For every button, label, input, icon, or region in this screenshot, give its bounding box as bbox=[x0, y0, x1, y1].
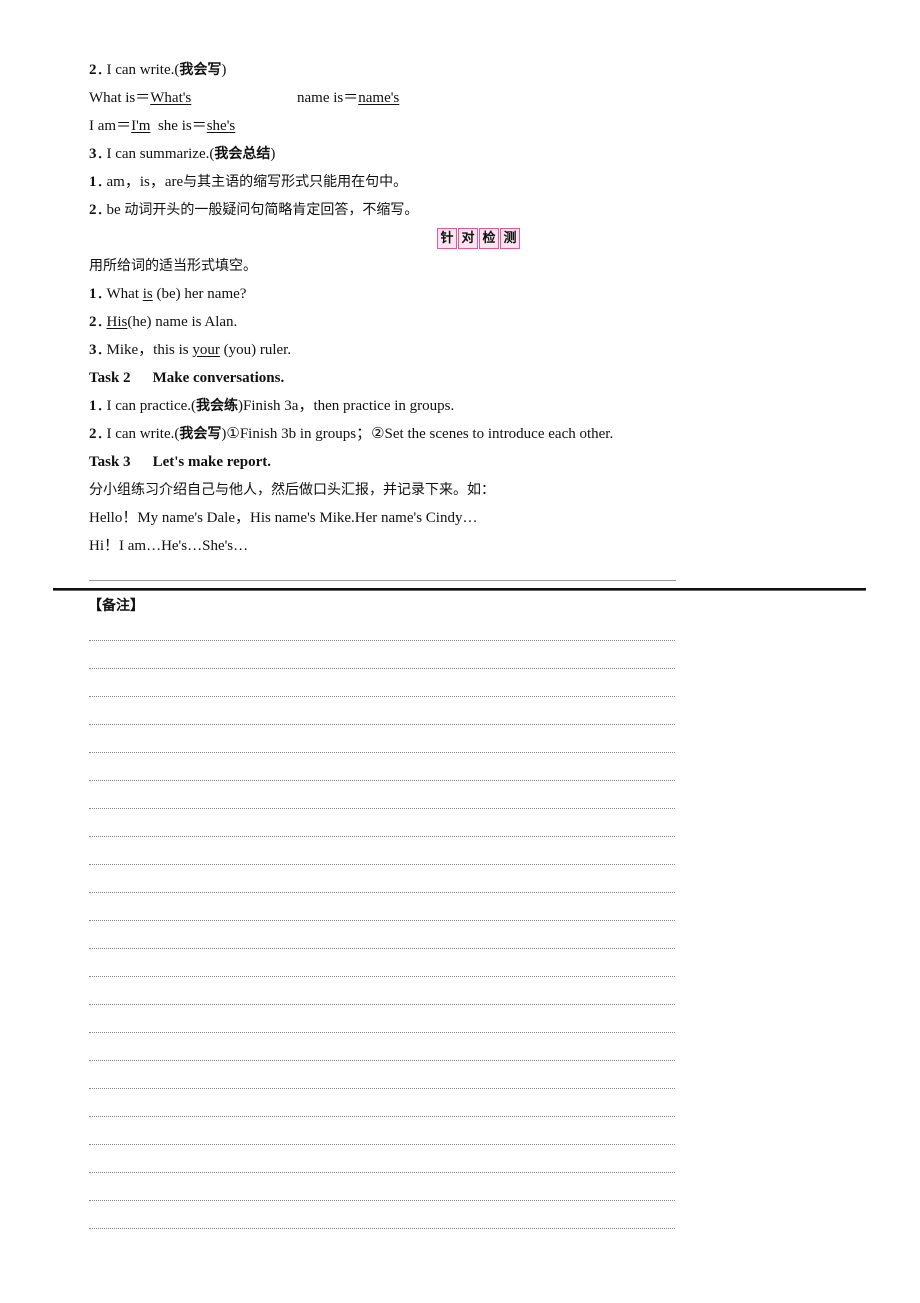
item-text: (be) her name? bbox=[152, 286, 247, 302]
note-line[interactable] bbox=[89, 836, 675, 864]
note-line[interactable] bbox=[89, 892, 675, 920]
item-text: )Finish 3a，then practice in groups. bbox=[238, 398, 455, 414]
summary-point: 2．be 动词开头的一般疑问句简略肯定回答，不缩写。 bbox=[89, 202, 419, 218]
task3-example: Hello！My name's Dale，His name's Mike.Her… bbox=[89, 510, 478, 526]
task3-instruction: 分小组练习介绍自己与他人，然后做口头汇报，并记录下来。如： bbox=[89, 482, 495, 498]
item-text: (he) name is Alan. bbox=[127, 314, 238, 330]
note-line[interactable] bbox=[89, 640, 675, 668]
notes-area[interactable] bbox=[89, 640, 675, 1256]
contraction-pair: What is＝What's bbox=[89, 90, 191, 106]
exercise-instruction: 用所给词的适当形式填空。 bbox=[89, 258, 257, 274]
note-line[interactable] bbox=[89, 976, 675, 1004]
short-form-answer: I'm bbox=[131, 118, 151, 134]
badge-char: 检 bbox=[479, 228, 499, 249]
point-text-cn: 动词开头的一般疑问句简略肯定回答，不缩写。 bbox=[124, 202, 419, 218]
task-subtitle: Make conversations. bbox=[152, 370, 285, 386]
task2-item: 1．I can practice.(我会练)Finish 3a，then pra… bbox=[89, 398, 455, 414]
item-number: 1 bbox=[89, 286, 97, 302]
note-line[interactable] bbox=[89, 920, 675, 948]
item-number: 2 bbox=[89, 202, 97, 218]
item-text: (you) ruler. bbox=[219, 342, 292, 358]
note-line[interactable] bbox=[89, 724, 675, 752]
point-text-cn: 与其主语的缩写形式只能用在句中。 bbox=[183, 174, 408, 190]
note-line[interactable] bbox=[89, 808, 675, 836]
short-form-answer: name's bbox=[358, 90, 400, 106]
note-line[interactable] bbox=[89, 1004, 675, 1032]
item-text-cn: 我会写 bbox=[179, 426, 222, 442]
note-line[interactable] bbox=[89, 696, 675, 724]
targeted-test-badge: 针 对 检 测 bbox=[437, 228, 521, 249]
heading-label-cn: 我会总结 bbox=[214, 146, 271, 162]
badge-char: 针 bbox=[437, 228, 457, 249]
item-number: 1 bbox=[89, 398, 97, 414]
heading-label: I can write.( bbox=[106, 62, 180, 78]
task-title: Task 2 bbox=[89, 370, 131, 386]
item-number: 2 bbox=[89, 314, 97, 330]
item-number: 1 bbox=[89, 174, 97, 190]
heading-paren: ) bbox=[221, 62, 227, 78]
note-line[interactable] bbox=[89, 1200, 675, 1228]
full-form: name is＝ bbox=[297, 90, 359, 106]
task2-heading: Task 2 Make conversations. bbox=[89, 364, 284, 392]
note-line[interactable] bbox=[89, 864, 675, 892]
summary-point: 1．am，is，are与其主语的缩写形式只能用在句中。 bbox=[89, 174, 408, 190]
contraction-pair: name is＝name's bbox=[297, 84, 399, 112]
answer-line[interactable] bbox=[89, 580, 676, 581]
item-text-cn: 我会练 bbox=[196, 398, 239, 414]
item-answer: is bbox=[142, 286, 153, 302]
exercise-item: 2．His(he) name is Alan. bbox=[89, 314, 238, 330]
summarize-heading: 3．I can summarize.(我会总结) bbox=[89, 146, 276, 162]
task2-item: 2．I can write.(我会写)①Finish 3b in groups；… bbox=[89, 426, 614, 442]
item-answer: your bbox=[192, 342, 220, 358]
item-text: I can write.( bbox=[106, 426, 180, 442]
note-line[interactable] bbox=[89, 1088, 675, 1116]
task-subtitle: Let's make report. bbox=[152, 454, 272, 470]
write-heading: 2．I can write.(我会写) bbox=[89, 62, 227, 78]
heading-label-cn: 我会写 bbox=[179, 62, 222, 78]
short-form-answer: she's bbox=[206, 118, 236, 134]
task3-example: Hi！I am…He's…She's… bbox=[89, 538, 249, 554]
note-line[interactable] bbox=[89, 948, 675, 976]
item-answer: His bbox=[106, 314, 128, 330]
item-text: )①Finish 3b in groups；②Set the scenes to… bbox=[221, 426, 614, 442]
heading-paren: ) bbox=[270, 146, 276, 162]
note-line[interactable] bbox=[89, 1144, 675, 1172]
item-text: What bbox=[106, 286, 143, 302]
short-form-answer: What's bbox=[150, 90, 192, 106]
item-number: 3 bbox=[89, 146, 97, 162]
note-line[interactable] bbox=[89, 780, 675, 808]
exercise-item: 1．What is (be) her name? bbox=[89, 286, 247, 302]
note-line[interactable] bbox=[89, 1116, 675, 1144]
note-line[interactable] bbox=[89, 752, 675, 780]
full-form: she is＝ bbox=[157, 118, 207, 134]
item-number: 2 bbox=[89, 426, 97, 442]
note-line[interactable] bbox=[89, 1060, 675, 1088]
note-line[interactable] bbox=[89, 1172, 675, 1200]
contraction-row-1: What is＝What's name is＝name's bbox=[89, 84, 589, 112]
notes-title: 【备注】 bbox=[88, 598, 144, 614]
item-text: Mike，this is bbox=[106, 342, 193, 358]
full-form: What is＝ bbox=[89, 90, 151, 106]
item-text: I can practice.( bbox=[106, 398, 197, 414]
point-text-en: am，is，are bbox=[106, 174, 184, 190]
section-divider bbox=[53, 588, 866, 591]
badge-char: 测 bbox=[500, 228, 520, 249]
note-line[interactable] bbox=[89, 668, 675, 696]
task-title: Task 3 bbox=[89, 454, 131, 470]
note-line[interactable] bbox=[89, 1228, 675, 1256]
item-number: 3 bbox=[89, 342, 97, 358]
task3-heading: Task 3 Let's make report. bbox=[89, 448, 271, 476]
point-text-en: be bbox=[106, 202, 121, 218]
heading-label: I can summarize.( bbox=[106, 146, 215, 162]
badge-char: 对 bbox=[458, 228, 478, 249]
note-line[interactable] bbox=[89, 1032, 675, 1060]
exercise-item: 3．Mike，this is your (you) ruler. bbox=[89, 342, 292, 358]
contraction-row-2: I am＝I'm she is＝she's bbox=[89, 112, 235, 140]
full-form: I am＝ bbox=[89, 118, 132, 134]
item-number: 2 bbox=[89, 62, 97, 78]
